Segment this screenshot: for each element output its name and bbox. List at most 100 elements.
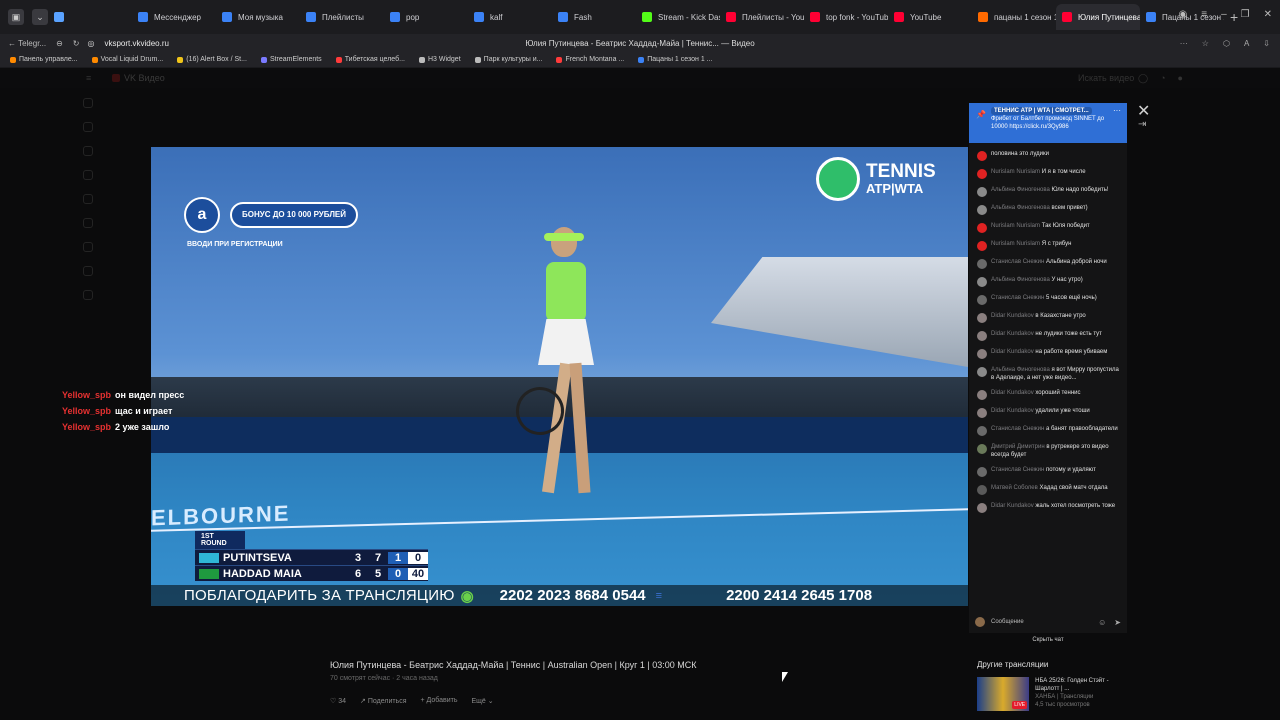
- browser-tab[interactable]: [48, 4, 132, 30]
- avatar[interactable]: [977, 467, 987, 477]
- avatar[interactable]: [977, 205, 987, 215]
- bookmark-item[interactable]: Пацаны 1 сезон 1 ...: [638, 56, 713, 63]
- nav-home-icon[interactable]: [83, 98, 93, 108]
- chat-author[interactable]: Альбина Финогенова: [991, 187, 1050, 193]
- avatar[interactable]: [977, 367, 987, 377]
- avatar[interactable]: [977, 241, 987, 251]
- bookmark-icon[interactable]: ☆: [1202, 39, 1209, 48]
- bookmark-item[interactable]: H3 Widget: [418, 56, 461, 63]
- avatar[interactable]: [977, 503, 987, 513]
- browser-tab[interactable]: Мессенджер: [132, 4, 216, 30]
- chat-message[interactable]: Nurislam Nurislam Так Юля победит: [977, 222, 1121, 233]
- chat-message[interactable]: Didar Kundakov не лудики тоже есть тут: [977, 330, 1121, 341]
- avatar[interactable]: [977, 259, 987, 269]
- chat-author[interactable]: Nurislam Nurislam: [991, 169, 1040, 175]
- chat-author[interactable]: Дмитрий Димитрин: [991, 444, 1045, 450]
- avatar[interactable]: [977, 331, 987, 341]
- security-icon[interactable]: ◎: [88, 39, 95, 48]
- message-input[interactable]: Сообщение: [991, 619, 1024, 625]
- more-icon[interactable]: ···: [1180, 39, 1188, 48]
- minimize-icon[interactable]: –: [1221, 9, 1227, 20]
- other-stream-card[interactable]: LIVE НБА 25/26: Голден Стэйт - Шарлотт |…: [977, 677, 1127, 711]
- avatar[interactable]: [977, 169, 987, 179]
- chat-author[interactable]: Альбина Финогенова: [991, 205, 1050, 211]
- chat-message[interactable]: Альбина Финогенова У нас утро): [977, 276, 1121, 287]
- bookmark-item[interactable]: Vocal Liquid Drum...: [91, 56, 163, 63]
- browser-tab[interactable]: YouTube: [888, 4, 972, 30]
- chat-author[interactable]: Альбина Финогенова: [991, 277, 1050, 283]
- chat-message[interactable]: Didar Kundakov удалили уже чтоши: [977, 407, 1121, 418]
- pinned-message[interactable]: 📌 ··· ТЕННИС ATP | WTA | СМОТРЕТ... Фриб…: [969, 103, 1127, 143]
- tab-list-icon[interactable]: ⌄: [32, 9, 48, 25]
- bookmark-item[interactable]: StreamElements: [260, 56, 322, 63]
- chat-author[interactable]: Матвей Соболев: [991, 485, 1038, 491]
- add-button[interactable]: + Добавить: [421, 697, 458, 705]
- chat-message[interactable]: Didar Kundakov в Казахстане утро: [977, 312, 1121, 323]
- share-button[interactable]: ↗ Поделиться: [360, 697, 406, 705]
- browser-tab[interactable]: top fonk - YouTube: [804, 4, 888, 30]
- search-input[interactable]: Искать видео: [1078, 73, 1134, 83]
- chat-message[interactable]: Станислав Снежин а банят правообладатели: [977, 425, 1121, 436]
- stream-thumbnail[interactable]: LIVE: [977, 677, 1030, 711]
- downloads-icon[interactable]: ⇩: [1263, 39, 1270, 48]
- avatar[interactable]: [977, 295, 987, 305]
- emoji-icon[interactable]: ☺: [1098, 618, 1106, 627]
- close-window-icon[interactable]: ✕: [1264, 9, 1272, 20]
- avatar[interactable]: ●: [1178, 73, 1183, 84]
- back-button[interactable]: ← Telegr...: [8, 39, 46, 48]
- avatar[interactable]: [977, 444, 987, 454]
- chat-author[interactable]: Станислав Снежин: [991, 467, 1044, 473]
- bookmark-item[interactable]: Тибетская целеб...: [335, 56, 405, 63]
- browser-tab[interactable]: pop: [384, 4, 468, 30]
- nav-playlists-icon[interactable]: [83, 266, 93, 276]
- chat-message[interactable]: Nurislam Nurislam Я с трибун: [977, 240, 1121, 251]
- reload-icon[interactable]: ↻: [73, 39, 80, 48]
- avatar[interactable]: [977, 151, 987, 161]
- chat-author[interactable]: Didar Kundakov: [991, 408, 1034, 414]
- chat-message[interactable]: Матвей Соболев Хадад свой матч отдала: [977, 484, 1121, 495]
- profile-icon[interactable]: ◉: [1179, 9, 1188, 20]
- avatar[interactable]: [977, 313, 987, 323]
- send-icon[interactable]: ➤: [1114, 618, 1121, 627]
- maximize-icon[interactable]: ❐: [1241, 9, 1250, 20]
- chat-message[interactable]: Станислав Снежин 5 часов ещё ночь): [977, 294, 1121, 305]
- nav-my-videos-icon[interactable]: [83, 290, 93, 300]
- chat-message[interactable]: Альбина Финогенова всем привет): [977, 204, 1121, 215]
- avatar[interactable]: [977, 408, 987, 418]
- browser-tab[interactable]: Юлия Путинцева✕: [1056, 4, 1140, 30]
- chat-message[interactable]: Дмитрий Димитрин в рутрекере это видео в…: [977, 443, 1121, 459]
- menu-icon[interactable]: ≡: [1201, 9, 1207, 20]
- browser-tab[interactable]: Fash: [552, 4, 636, 30]
- avatar[interactable]: [977, 426, 987, 436]
- avatar[interactable]: [977, 223, 987, 233]
- chat-author[interactable]: Didar Kundakov: [991, 390, 1034, 396]
- close-chat-icon[interactable]: ✕: [1137, 101, 1150, 121]
- nav-shorts-icon[interactable]: [83, 146, 93, 156]
- browser-tab[interactable]: Плейлисты: [300, 4, 384, 30]
- hamburger-icon[interactable]: ≡: [86, 73, 91, 83]
- bookmark-item[interactable]: (16) Alert Box / St...: [177, 56, 247, 63]
- notifications-icon[interactable]: ◔: [1160, 73, 1165, 84]
- upload-icon[interactable]: ◯: [1138, 73, 1148, 84]
- chat-author[interactable]: Станислав Снежин: [991, 426, 1044, 432]
- bookmark-item[interactable]: Панель управле...: [10, 56, 78, 63]
- pinned-more-icon[interactable]: ···: [1113, 107, 1121, 115]
- chat-message[interactable]: Didar Kundakov хороший теннис: [977, 389, 1121, 400]
- vk-logo[interactable]: VK Видео: [112, 73, 165, 83]
- chat-message[interactable]: Станислав Снежин потому и удаляют: [977, 466, 1121, 477]
- avatar[interactable]: [977, 277, 987, 287]
- avatar[interactable]: [977, 485, 987, 495]
- avatar[interactable]: [977, 390, 987, 400]
- bookmark-item[interactable]: French Montana ...: [556, 56, 624, 63]
- chat-message[interactable]: половина это лудики: [977, 150, 1121, 161]
- chat-message[interactable]: Didar Kundakov на работе время убиваем: [977, 348, 1121, 359]
- collapse-chat-icon[interactable]: ⇥: [1138, 119, 1146, 130]
- translate-icon[interactable]: A: [1244, 39, 1249, 48]
- browser-tab[interactable]: Моя музыка: [216, 4, 300, 30]
- chat-author[interactable]: Станислав Снежин: [991, 295, 1044, 301]
- extensions-icon[interactable]: ⬡: [1223, 39, 1230, 48]
- more-button[interactable]: Ещё ⌄: [471, 697, 493, 705]
- nav-history-icon[interactable]: [83, 194, 93, 204]
- chat-author[interactable]: Станислав Снежин: [991, 259, 1044, 265]
- chat-message[interactable]: Nurislam Nurislam И я в том числе: [977, 168, 1121, 179]
